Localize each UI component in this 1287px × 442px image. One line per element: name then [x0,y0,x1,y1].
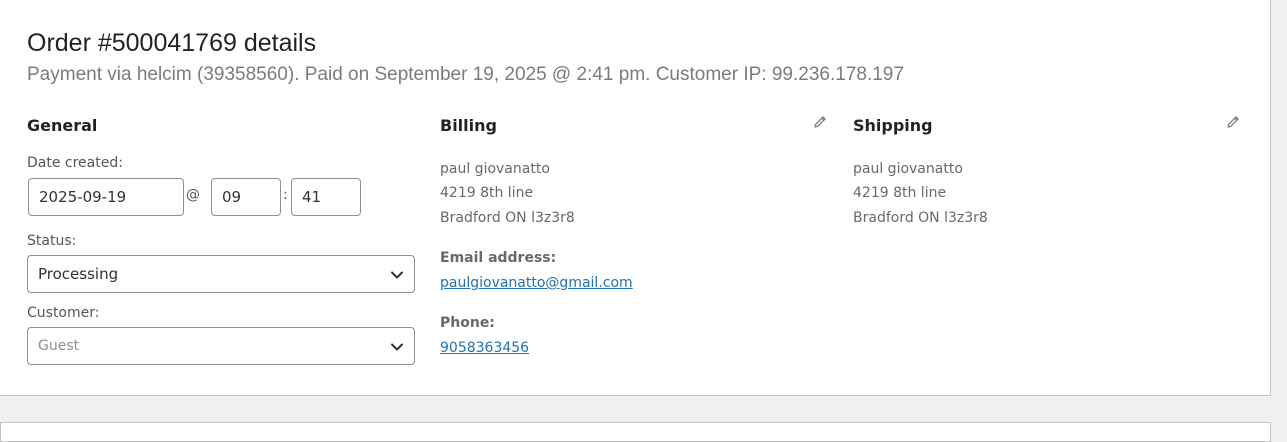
minute-input[interactable]: 41 [291,178,361,216]
shipping-name: paul giovanatto [853,161,963,177]
date-created-label: Date created: [27,155,123,171]
customer-select[interactable]: Guest [27,327,415,365]
pencil-icon[interactable] [812,114,828,130]
hour-input[interactable]: 09 [211,178,281,216]
phone-label: Phone: [440,315,495,331]
order-details-panel: Order #500041769 details Payment via hel… [0,0,1271,396]
email-link[interactable]: paulgiovanatto@gmail.com [440,274,633,292]
pencil-icon[interactable] [1225,114,1241,130]
general-heading: General [27,116,98,135]
billing-city-line: Bradford ON l3z3r8 [440,210,575,226]
order-payment-meta: Payment via helcim (39358560). Paid on S… [27,64,904,85]
billing-address-line: 4219 8th line [440,185,534,201]
phone-link[interactable]: 9058363456 [440,339,529,357]
colon-separator: : [283,187,288,203]
status-label: Status: [27,233,77,249]
order-title: Order #500041769 details [27,29,317,57]
status-select[interactable]: Processing [27,255,415,293]
chevron-down-icon [391,343,403,351]
chevron-down-icon [391,271,403,279]
shipping-heading: Shipping [853,116,933,135]
shipping-address-line: 4219 8th line [853,185,947,201]
billing-heading: Billing [440,116,497,135]
next-panel-edge [0,422,1271,442]
customer-select-placeholder: Guest [38,338,80,354]
customer-label: Customer: [27,305,100,321]
email-address-label: Email address: [440,250,557,266]
status-select-value: Processing [38,265,119,283]
shipping-city-line: Bradford ON l3z3r8 [853,210,988,226]
date-created-input[interactable]: 2025-09-19 [28,178,184,216]
billing-name: paul giovanatto [440,161,550,177]
at-separator: @ [186,187,200,203]
